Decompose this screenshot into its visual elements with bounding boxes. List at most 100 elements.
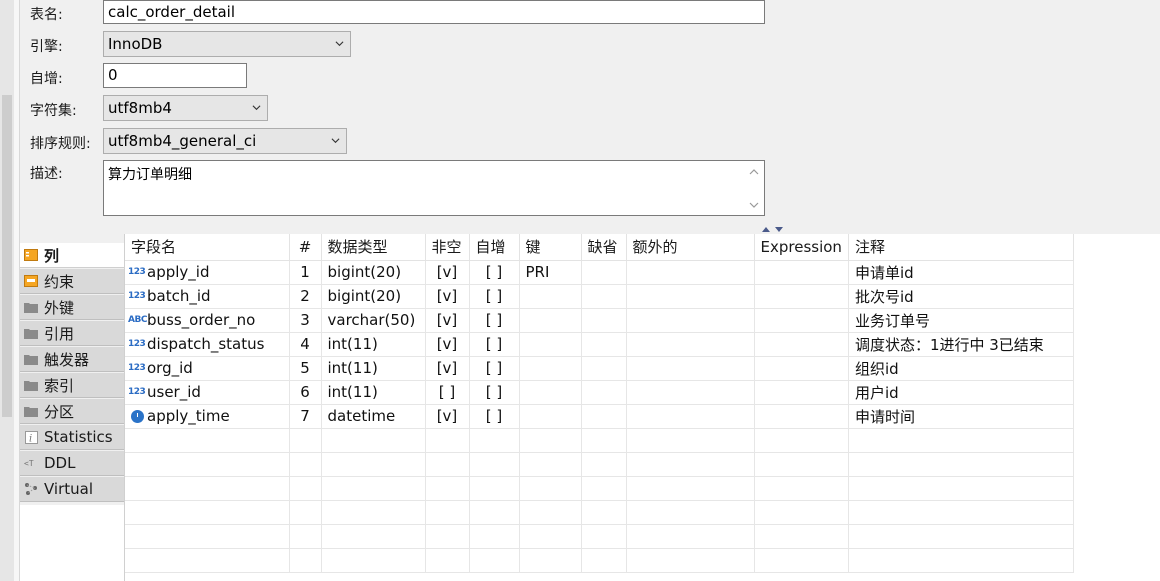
tab-columns[interactable]: 列 bbox=[20, 243, 124, 268]
cell-not-null[interactable]: [v] bbox=[425, 284, 470, 309]
cell-expression[interactable] bbox=[754, 332, 849, 357]
tab-foreign-keys[interactable]: 外键 bbox=[20, 295, 124, 320]
tab-references[interactable]: 引用 bbox=[20, 321, 124, 346]
table-row[interactable]: 123 apply_id 1 bigint(20) [v][ ] PRI 申请单id bbox=[125, 260, 1074, 285]
auto-inc-input[interactable]: 0 bbox=[103, 63, 247, 88]
scroll-up-icon[interactable] bbox=[749, 168, 759, 176]
col-header-expression[interactable]: Expression bbox=[754, 234, 849, 261]
cell-expression[interactable] bbox=[754, 356, 849, 381]
cell-num[interactable]: 5 bbox=[289, 356, 322, 381]
cell-name[interactable]: 123 org_id bbox=[125, 356, 290, 381]
cell-name[interactable]: 123 batch_id bbox=[125, 284, 290, 309]
tab-statistics[interactable]: i Statistics bbox=[20, 425, 124, 450]
cell-default[interactable] bbox=[581, 356, 627, 381]
cell-type[interactable]: datetime bbox=[321, 404, 426, 429]
cell-comment[interactable]: 调度状态：1进行中 3已结束 bbox=[848, 332, 1074, 357]
col-header-auto-inc[interactable]: 自增 bbox=[469, 234, 520, 261]
cell-not-null[interactable]: [v] bbox=[425, 308, 470, 333]
outer-scrollbar[interactable] bbox=[0, 0, 14, 581]
cell-type[interactable]: int(11) bbox=[321, 356, 426, 381]
cell-num[interactable]: 2 bbox=[289, 284, 322, 309]
cell-extra[interactable] bbox=[626, 404, 755, 429]
cell-comment[interactable]: 业务订单号 bbox=[848, 308, 1074, 333]
cell-default[interactable] bbox=[581, 380, 627, 405]
cell-key[interactable] bbox=[519, 404, 582, 429]
cell-key[interactable] bbox=[519, 332, 582, 357]
cell-type[interactable]: bigint(20) bbox=[321, 260, 426, 285]
cell-extra[interactable] bbox=[626, 356, 755, 381]
table-row[interactable]: 123 dispatch_status 4 int(11) [v][ ] 调度状态：1进行… bbox=[125, 332, 1074, 357]
cell-type[interactable]: int(11) bbox=[321, 332, 426, 357]
cell-extra[interactable] bbox=[626, 260, 755, 285]
cell-default[interactable] bbox=[581, 260, 627, 285]
tab-triggers[interactable]: 触发器 bbox=[20, 347, 124, 372]
cell-auto-inc[interactable]: [ ] bbox=[469, 404, 520, 429]
cell-expression[interactable] bbox=[754, 404, 849, 429]
cell-extra[interactable] bbox=[626, 308, 755, 333]
cell-comment[interactable]: 申请单id bbox=[848, 260, 1074, 285]
cell-comment[interactable]: 用户id bbox=[848, 380, 1074, 405]
cell-expression[interactable] bbox=[754, 308, 849, 333]
table-name-input[interactable]: calc_order_detail bbox=[103, 0, 765, 24]
cell-default[interactable] bbox=[581, 284, 627, 309]
cell-auto-inc[interactable]: [ ] bbox=[469, 260, 520, 285]
cell-comment[interactable]: 批次号id bbox=[848, 284, 1074, 309]
cell-name[interactable]: 123 dispatch_status bbox=[125, 332, 290, 357]
cell-name[interactable]: 123 user_id bbox=[125, 380, 290, 405]
cell-key[interactable] bbox=[519, 284, 582, 309]
cell-auto-inc[interactable]: [ ] bbox=[469, 380, 520, 405]
cell-key[interactable] bbox=[519, 308, 582, 333]
cell-comment[interactable]: 申请时间 bbox=[848, 404, 1074, 429]
col-header-num[interactable]: # bbox=[289, 234, 322, 261]
cell-not-null[interactable]: [v] bbox=[425, 404, 470, 429]
cell-not-null[interactable]: [ ] bbox=[425, 380, 470, 405]
cell-key[interactable] bbox=[519, 380, 582, 405]
cell-expression[interactable] bbox=[754, 260, 849, 285]
table-row[interactable]: 123 org_id 5 int(11) [v][ ] 组织id bbox=[125, 356, 1074, 381]
table-row[interactable]: 123 batch_id 2 bigint(20) [v][ ] 批次号id bbox=[125, 284, 1074, 309]
table-row[interactable]: 123 user_id 6 int(11)[ ][ ] 用户id bbox=[125, 380, 1074, 405]
cell-type[interactable]: int(11) bbox=[321, 380, 426, 405]
cell-expression[interactable] bbox=[754, 284, 849, 309]
cell-num[interactable]: 7 bbox=[289, 404, 322, 429]
table-row[interactable]: ABC buss_order_no 3 varchar(50) [v][ ] 业务订单号 bbox=[125, 308, 1074, 333]
cell-num[interactable]: 6 bbox=[289, 380, 322, 405]
scrollbar-thumb[interactable] bbox=[2, 95, 12, 417]
cell-default[interactable] bbox=[581, 332, 627, 357]
cell-type[interactable]: bigint(20) bbox=[321, 284, 426, 309]
cell-auto-inc[interactable]: [ ] bbox=[469, 284, 520, 309]
cell-default[interactable] bbox=[581, 404, 627, 429]
splitter-handle-icon[interactable] bbox=[760, 226, 786, 234]
tab-ddl[interactable]: <T DDL bbox=[20, 451, 124, 476]
collation-select[interactable]: utf8mb4_general_ci bbox=[103, 128, 347, 154]
textarea-scrollbar[interactable] bbox=[744, 161, 764, 215]
tab-virtual[interactable]: Virtual bbox=[20, 477, 124, 502]
charset-select[interactable]: utf8mb4 bbox=[103, 95, 268, 121]
description-textarea[interactable]: 算力订单明细 bbox=[103, 160, 765, 216]
col-header-name[interactable]: 字段名 bbox=[125, 234, 290, 261]
col-header-default[interactable]: 缺省 bbox=[581, 234, 627, 261]
cell-num[interactable]: 4 bbox=[289, 332, 322, 357]
cell-expression[interactable] bbox=[754, 380, 849, 405]
col-header-extra[interactable]: 额外的 bbox=[626, 234, 755, 261]
engine-select[interactable]: InnoDB bbox=[103, 31, 351, 57]
cell-num[interactable]: 3 bbox=[289, 308, 322, 333]
cell-comment[interactable]: 组织id bbox=[848, 356, 1074, 381]
cell-key[interactable] bbox=[519, 356, 582, 381]
cell-num[interactable]: 1 bbox=[289, 260, 322, 285]
cell-extra[interactable] bbox=[626, 380, 755, 405]
cell-name[interactable]: 123 apply_id bbox=[125, 260, 290, 285]
col-header-key[interactable]: 键 bbox=[519, 234, 582, 261]
tab-partitions[interactable]: 分区 bbox=[20, 399, 124, 424]
tab-constraints[interactable]: 约束 bbox=[20, 269, 124, 294]
cell-name[interactable]: ABC buss_order_no bbox=[125, 308, 290, 333]
cell-default[interactable] bbox=[581, 308, 627, 333]
col-header-type[interactable]: 数据类型 bbox=[321, 234, 426, 261]
cell-auto-inc[interactable]: [ ] bbox=[469, 332, 520, 357]
cell-not-null[interactable]: [v] bbox=[425, 332, 470, 357]
tab-indexes[interactable]: 索引 bbox=[20, 373, 124, 398]
table-row[interactable]: apply_time 7 datetime [v][ ] 申请时间 bbox=[125, 404, 1074, 429]
cell-not-null[interactable]: [v] bbox=[425, 356, 470, 381]
scroll-down-icon[interactable] bbox=[749, 201, 759, 209]
cell-extra[interactable] bbox=[626, 332, 755, 357]
